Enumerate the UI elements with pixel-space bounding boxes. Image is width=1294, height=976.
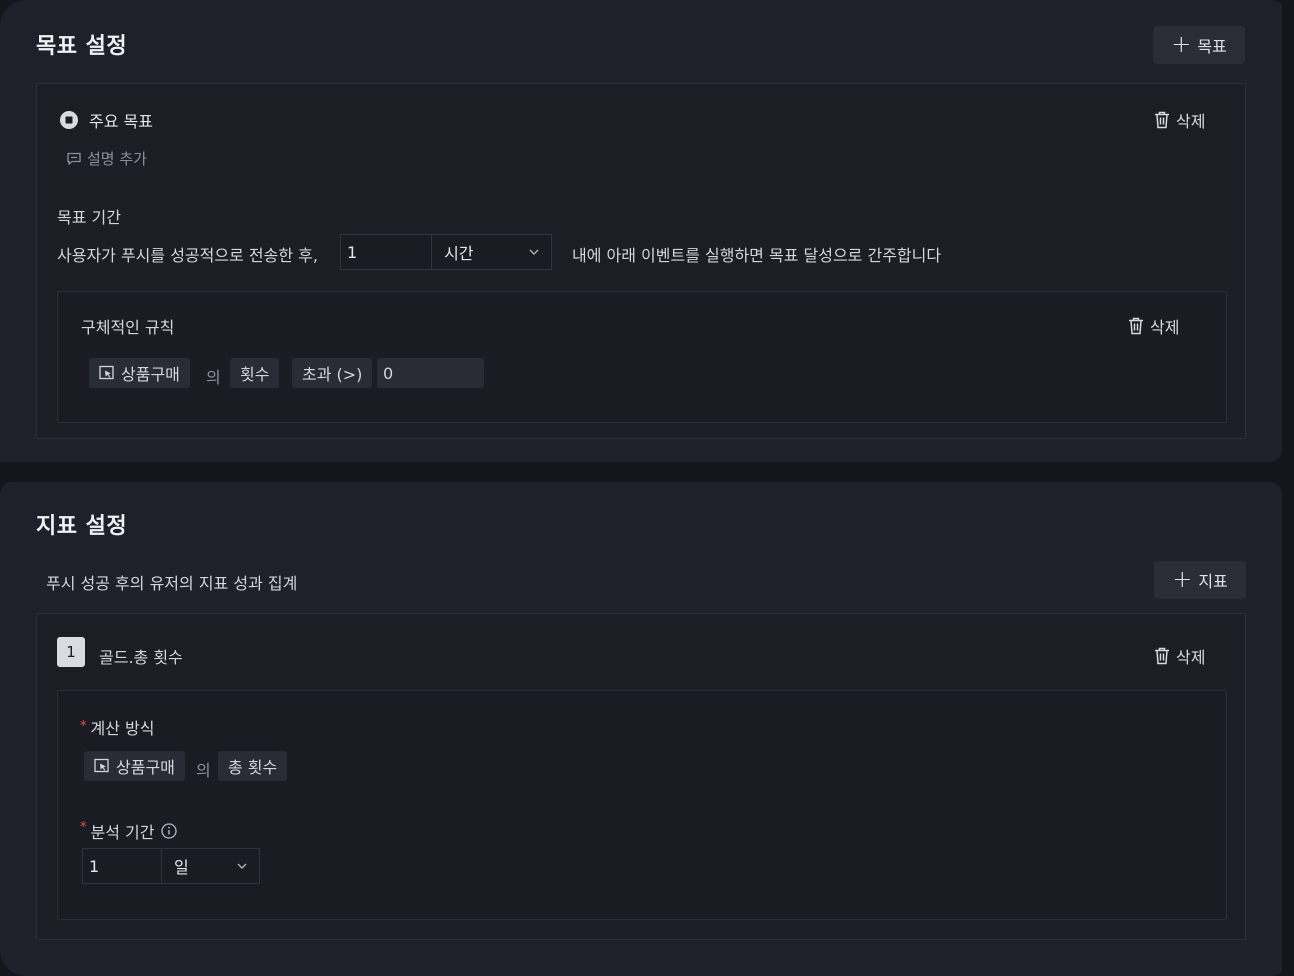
delete-metric-button[interactable]: 삭제 — [1154, 644, 1205, 668]
analysis-period-input: 1 일 — [82, 848, 260, 884]
analysis-period-label: * 분석 기간 — [80, 819, 178, 843]
add-description-label: 설명 추가 — [87, 150, 147, 168]
delete-metric-label: 삭제 — [1176, 648, 1206, 667]
rule-event-label: 상품구매 — [121, 365, 180, 384]
metric-card: 1 골드.총 횟수 삭제 * 계산 방식 상품구매 의 총 횟수 * 분석 기간… — [36, 613, 1246, 940]
goal-period-unit-select[interactable]: 시간 — [432, 235, 551, 269]
goal-settings-panel: 목표 설정 + 목표 주요 목표 삭제 설명 추가 목표 기간 사용자가 푸시를… — [0, 0, 1282, 462]
goal-period-prefix: 사용자가 푸시를 성공적으로 전송한 후, — [57, 246, 318, 265]
rule-card: 구체적인 규칙 삭제 상품구매 의 횟수 초과 (>) 0 — [57, 291, 1227, 423]
chevron-down-icon — [529, 249, 539, 255]
rule-operator-chip[interactable]: 초과 (>) — [292, 358, 373, 388]
app-frame: 목표 설정 + 목표 주요 목표 삭제 설명 추가 목표 기간 사용자가 푸시를… — [0, 0, 1294, 976]
delete-rule-button[interactable]: 삭제 — [1128, 314, 1179, 338]
required-asterisk: * — [80, 819, 87, 835]
analysis-period-value-field[interactable]: 1 — [83, 849, 162, 883]
event-cursor-icon — [94, 758, 109, 773]
goal-card: 주요 목표 삭제 설명 추가 목표 기간 사용자가 푸시를 성공적으로 전송한 … — [36, 83, 1246, 439]
add-metric-label: 지표 — [1198, 572, 1228, 591]
rule-connector: 의 — [206, 368, 221, 387]
metric-connector: 의 — [196, 761, 211, 780]
metric-settings-panel: 지표 설정 푸시 성공 후의 유저의 지표 성과 집계 + 지표 1 골드.총 … — [0, 482, 1282, 976]
comment-icon — [67, 152, 81, 165]
primary-goal-label: 주요 목표 — [89, 112, 153, 131]
metric-agg-chip[interactable]: 총 횟수 — [218, 751, 288, 781]
goal-section-title: 목표 설정 — [36, 34, 128, 59]
metric-section-subtitle: 푸시 성공 후의 유저의 지표 성과 집계 — [46, 574, 298, 593]
metric-detail-card: * 계산 방식 상품구매 의 총 횟수 * 분석 기간 1 일 — [57, 690, 1227, 920]
delete-rule-label: 삭제 — [1150, 318, 1180, 337]
metric-event-chip[interactable]: 상품구매 — [84, 751, 185, 781]
goal-period-unit-label: 시간 — [444, 244, 474, 263]
goal-period-suffix: 내에 아래 이벤트를 실행하면 목표 달성으로 간주합니다 — [572, 246, 942, 265]
metric-section-title: 지표 설정 — [36, 514, 128, 539]
rule-metric-chip[interactable]: 횟수 — [230, 358, 280, 388]
info-icon[interactable] — [161, 823, 178, 839]
delete-goal-label: 삭제 — [1176, 112, 1206, 131]
plus-icon: + — [1171, 30, 1192, 58]
add-description-link[interactable]: 설명 추가 — [67, 148, 147, 169]
metric-event-label: 상품구매 — [116, 758, 175, 777]
trash-icon — [1155, 111, 1169, 129]
calc-method-label: * 계산 방식 — [80, 715, 154, 739]
event-cursor-icon — [99, 365, 114, 380]
trash-icon — [1155, 647, 1169, 665]
analysis-period-unit-select[interactable]: 일 — [162, 849, 259, 883]
add-goal-label: 목표 — [1197, 37, 1227, 56]
chevron-down-icon — [237, 863, 247, 869]
add-metric-button[interactable]: + 지표 — [1154, 561, 1246, 599]
analysis-period-text: 분석 기간 — [90, 823, 155, 842]
goal-period-title: 목표 기간 — [57, 208, 121, 227]
goal-circle-icon — [60, 111, 78, 129]
rule-title: 구체적인 규칙 — [81, 318, 175, 337]
rule-value-input[interactable]: 0 — [377, 358, 484, 388]
goal-period-input: 1 시간 — [340, 234, 552, 270]
metric-name: 골드.총 횟수 — [99, 648, 183, 667]
primary-goal-header: 주요 목표 — [59, 108, 153, 132]
plus-icon: + — [1172, 565, 1193, 593]
analysis-period-unit-label: 일 — [174, 858, 189, 877]
goal-period-value-field[interactable]: 1 — [341, 235, 433, 269]
calc-method-text: 계산 방식 — [90, 719, 155, 738]
required-asterisk: * — [80, 719, 87, 734]
trash-icon — [1129, 317, 1143, 335]
add-goal-button[interactable]: + 목표 — [1153, 26, 1245, 64]
delete-goal-button[interactable]: 삭제 — [1154, 108, 1205, 132]
metric-index-badge: 1 — [57, 637, 85, 667]
rule-event-chip[interactable]: 상품구매 — [89, 358, 190, 388]
